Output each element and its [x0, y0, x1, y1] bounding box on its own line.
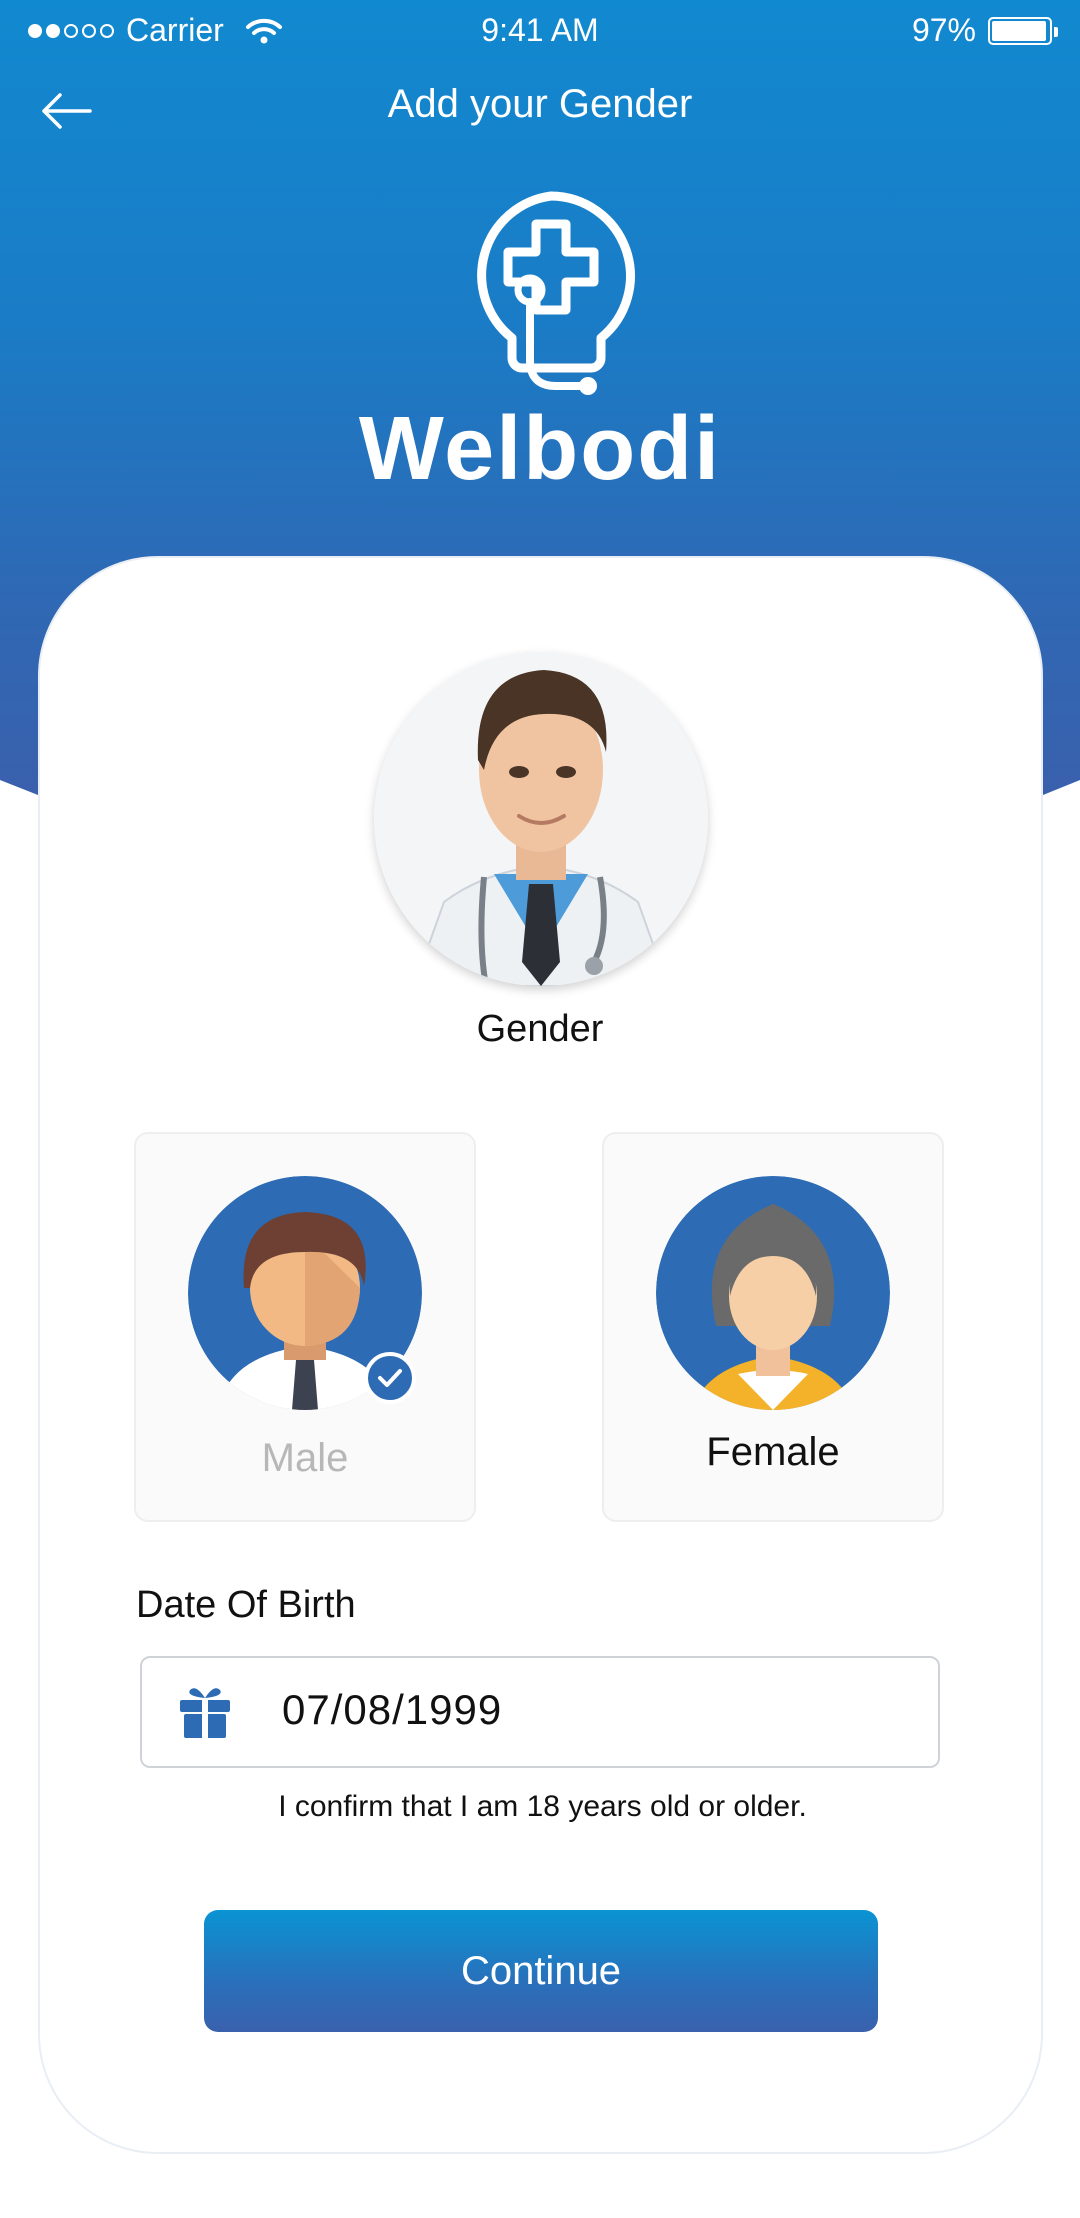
- male-option[interactable]: Male: [134, 1132, 476, 1522]
- female-label: Female: [706, 1430, 840, 1474]
- dob-label: Date Of Birth: [136, 1584, 356, 1626]
- welbodi-logo-icon: [477, 191, 635, 395]
- gender-heading: Gender: [476, 1008, 604, 1050]
- female-avatar-icon: [656, 1176, 890, 1410]
- continue-button-label: Continue: [460, 1948, 622, 1993]
- battery-percent: 97%: [911, 12, 976, 48]
- female-option[interactable]: Female: [602, 1132, 944, 1522]
- male-label: Male: [261, 1436, 349, 1480]
- gift-icon: [180, 1688, 230, 1738]
- battery-icon: [988, 16, 1058, 45]
- dob-input[interactable]: 07/08/1999: [140, 1656, 940, 1768]
- age-confirmation-text: I confirm that I am 18 years old or olde…: [278, 1790, 807, 1823]
- doctor-avatar: [374, 652, 708, 986]
- status-bar: Carrier 9:41 AM 97%: [0, 0, 1080, 64]
- page-title: Add your Gender: [387, 82, 693, 126]
- dob-value: 07/08/1999: [282, 1686, 503, 1733]
- continue-button[interactable]: Continue: [204, 1910, 878, 2032]
- brand-name: Welbodi: [358, 399, 722, 499]
- selected-check-icon: [364, 1352, 416, 1404]
- female-avatar: [656, 1176, 890, 1410]
- doctor-illustration: [374, 652, 708, 986]
- status-right: 97%: [911, 12, 1058, 49]
